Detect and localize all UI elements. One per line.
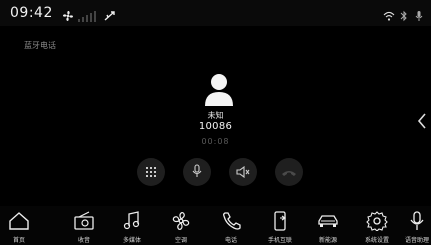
hangup-button[interactable] [275, 158, 303, 186]
dock-item-radio[interactable]: 收音 [62, 206, 106, 245]
dock-label-settings: 系统设置 [364, 237, 389, 244]
radio-icon [74, 211, 94, 230]
microphone-icon [191, 163, 203, 182]
signal-bars-icon [78, 7, 98, 26]
car-icon [318, 215, 338, 227]
fan-icon [62, 7, 74, 26]
microphone-icon [415, 7, 423, 26]
home-icon [9, 212, 29, 230]
caller-number: 10086 [198, 121, 233, 132]
dock-label-media: 多媒体 [122, 237, 141, 244]
caller-name: 未知 [207, 111, 224, 120]
dock-label-home: 首页 [12, 237, 25, 244]
dock-item-phone[interactable]: 电话 [209, 206, 253, 245]
dock-item-media[interactable]: 多媒体 [110, 206, 154, 245]
status-time: 09:42 [10, 5, 53, 21]
bottom-dock: 首页 收音 多媒体 空调 电话 手机互联 新能源 系统设置 语音助理 [0, 206, 431, 245]
keypad-button[interactable] [137, 158, 165, 186]
dock-item-settings[interactable]: 系统设置 [355, 206, 399, 245]
phone-icon [223, 212, 241, 230]
dock-item-new-energy[interactable]: 新能源 [306, 206, 350, 245]
call-timer: 00:08 [201, 137, 230, 146]
dock-item-voice-assistant[interactable]: 语音助理 [395, 206, 431, 245]
page-title: 蓝牙电话 [24, 41, 56, 50]
chevron-left-icon[interactable] [416, 112, 428, 130]
mute-button[interactable] [183, 158, 211, 186]
dock-label-radio: 收音 [77, 237, 90, 244]
speaker-icon [236, 163, 250, 182]
dock-label-phone: 电话 [224, 237, 237, 244]
gear-icon [366, 211, 388, 231]
dock-label-climate: 空调 [174, 237, 187, 244]
phone-screen: 09:42 蓝牙电话 未知 10086 00:08 首页 收音 多媒体 空调 电… [0, 0, 431, 245]
wifi-icon [383, 7, 395, 26]
dock-item-home[interactable]: 首页 [0, 206, 41, 245]
hangup-icon [281, 163, 297, 182]
person-avatar-icon [201, 72, 237, 106]
usb-icon [103, 7, 117, 26]
dock-label-voice-assistant: 语音助理 [404, 237, 429, 244]
voice-assistant-icon [410, 211, 424, 230]
phone-link-icon [274, 211, 286, 231]
status-bar: 09:42 [0, 0, 431, 26]
dock-label-phone-link: 手机互联 [267, 237, 292, 244]
music-icon [123, 211, 140, 230]
dock-item-phone-link[interactable]: 手机互联 [258, 206, 302, 245]
bluetooth-icon [400, 7, 408, 26]
dock-label-new-energy: 新能源 [318, 237, 337, 244]
fan-icon [172, 212, 190, 230]
speaker-button[interactable] [229, 158, 257, 186]
keypad-icon [145, 163, 157, 182]
dock-item-climate[interactable]: 空调 [159, 206, 203, 245]
